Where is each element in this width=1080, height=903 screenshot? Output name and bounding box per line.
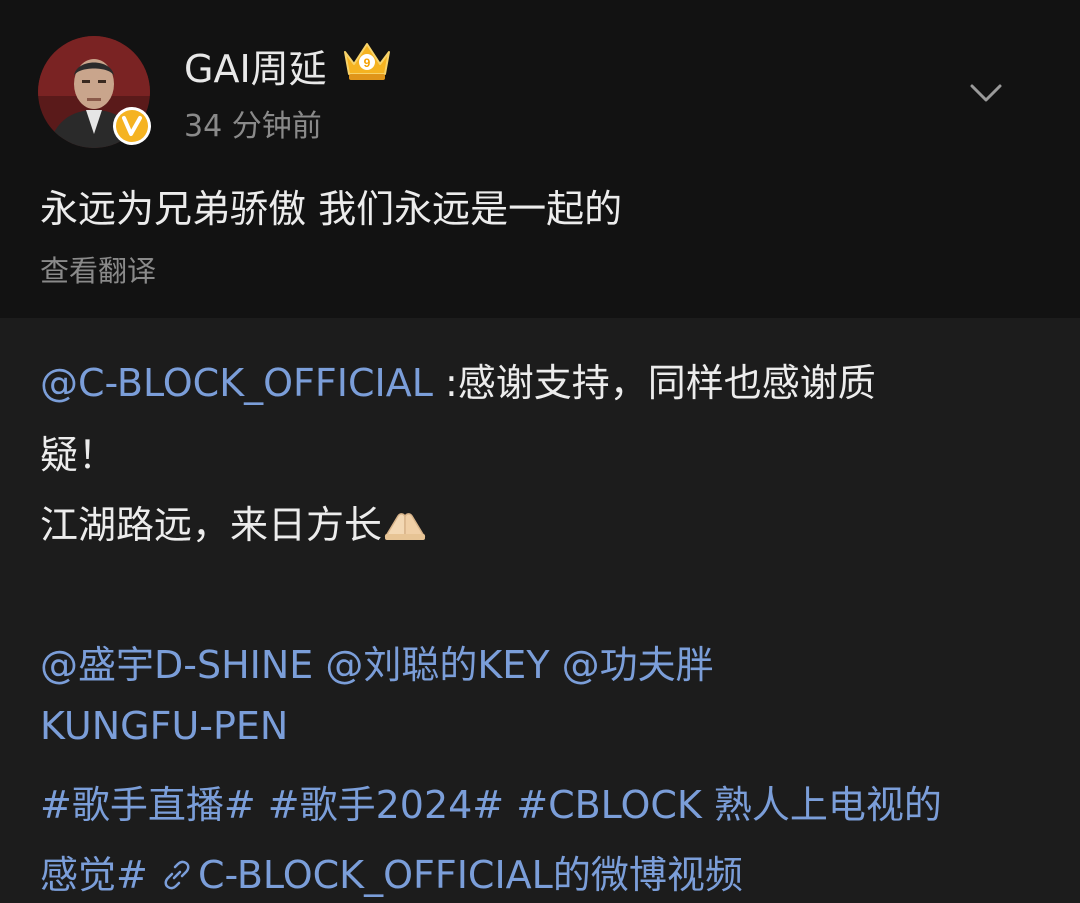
author-name[interactable]: GAI周延 [184, 38, 327, 93]
verified-v-icon [113, 107, 151, 145]
hashtag-cblock[interactable]: 感觉# [40, 853, 148, 897]
repost-line-3: 江湖路远，来日方长 [40, 494, 428, 549]
mention-kungfu-pen[interactable]: KUNGFU-PEN [40, 704, 288, 748]
post-header: GAI周延 9 34 分钟前 永远为兄弟骄傲 我们永远是一起的 查看翻译 [0, 0, 1080, 318]
link-icon [164, 860, 190, 890]
repost-mentions-line-1: @盛宇D-SHINE @刘聪的KEY @功夫胖 [40, 634, 714, 689]
svg-text:9: 9 [364, 56, 371, 70]
repost-line-1: @C-BLOCK_OFFICIAL :感谢支持，同样也感谢质 [40, 352, 876, 407]
post-timestamp: 34 分钟前 [184, 109, 322, 144]
handshake-emoji-icon [384, 513, 426, 540]
repost-mentions-line-2: KUNGFU-PEN [40, 704, 288, 748]
hashtag-list[interactable]: #歌手直播# #歌手2024# #CBLOCK 熟人上电视的 [40, 783, 942, 827]
repost-hashtags-line-2: 感觉# C-BLOCK_OFFICIAL的微博视频 [40, 844, 743, 899]
repost-line-2: 疑！ [40, 433, 117, 477]
repost-text-1: :感谢支持，同样也感谢质 [432, 361, 876, 405]
post-text: 永远为兄弟骄傲 我们永远是一起的 [40, 187, 623, 231]
mention-c-block-official[interactable]: @C-BLOCK_OFFICIAL [40, 361, 433, 405]
translate-link[interactable]: 查看翻译 [40, 248, 156, 290]
chevron-down-icon[interactable] [966, 78, 1006, 108]
mention-list[interactable]: @盛宇D-SHINE @刘聪的KEY @功夫胖 [40, 643, 714, 687]
repost-hashtags-line-1: #歌手直播# #歌手2024# #CBLOCK 熟人上电视的 [40, 774, 942, 829]
repost-text-3: 江湖路远，来日方长 [40, 503, 383, 547]
crown-icon[interactable]: 9 [340, 38, 394, 82]
video-link[interactable]: C-BLOCK_OFFICIAL的微博视频 [198, 853, 743, 897]
